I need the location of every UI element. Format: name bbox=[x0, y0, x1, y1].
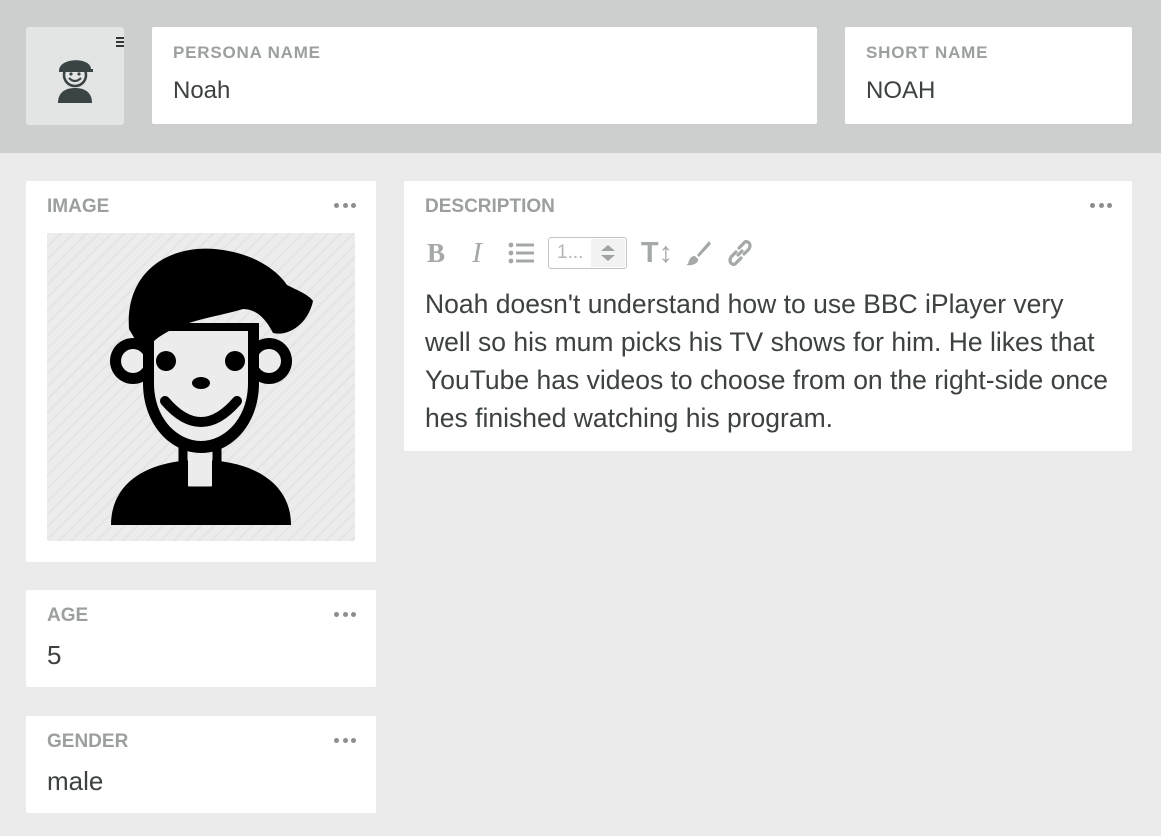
bullet-list-button[interactable] bbox=[507, 236, 535, 270]
rich-text-toolbar: B I 1... T↕ bbox=[425, 236, 765, 270]
bold-button[interactable]: B bbox=[425, 236, 447, 270]
italic-button[interactable]: I bbox=[467, 236, 487, 270]
persona-name-label: PERSONA NAME bbox=[173, 43, 321, 62]
persona-name-field[interactable]: PERSONA NAME Noah bbox=[152, 27, 817, 124]
age-card-menu-icon[interactable] bbox=[334, 610, 356, 618]
age-card: AGE 5 bbox=[26, 590, 376, 687]
persona-image[interactable] bbox=[47, 233, 355, 541]
age-card-label: AGE bbox=[47, 605, 89, 626]
boy-cap-icon bbox=[58, 60, 93, 103]
image-card: IMAGE bbox=[26, 181, 376, 562]
select-arrows-icon bbox=[591, 239, 625, 267]
text-size-button[interactable]: T↕ bbox=[640, 236, 674, 270]
description-card-menu-icon[interactable] bbox=[1090, 201, 1112, 209]
gender-card-menu-icon[interactable] bbox=[334, 736, 356, 744]
bullet-list-icon bbox=[508, 242, 534, 264]
description-card-label: DESCRIPTION bbox=[425, 196, 555, 217]
boy-avatar-icon bbox=[110, 248, 313, 525]
gender-card-label: GENDER bbox=[47, 731, 129, 752]
age-value[interactable]: 5 bbox=[47, 640, 61, 671]
hamburger-mini-icon[interactable] bbox=[116, 37, 124, 49]
short-name-field[interactable]: SHORT NAME NOAH bbox=[845, 27, 1132, 124]
link-icon bbox=[728, 240, 752, 266]
persona-avatar-button[interactable] bbox=[26, 27, 124, 125]
persona-name-value[interactable]: Noah bbox=[173, 77, 230, 105]
paint-brush-button[interactable] bbox=[684, 236, 712, 270]
paint-brush-icon bbox=[686, 241, 711, 266]
heading-select-value: 1... bbox=[557, 242, 584, 263]
image-card-label: IMAGE bbox=[47, 196, 110, 217]
short-name-value[interactable]: NOAH bbox=[866, 77, 935, 105]
link-button[interactable] bbox=[725, 236, 755, 270]
image-card-menu-icon[interactable] bbox=[334, 201, 356, 209]
description-card: DESCRIPTION B I 1... T↕ Noah doesn't und… bbox=[404, 181, 1132, 451]
short-name-label: SHORT NAME bbox=[866, 43, 989, 62]
description-text[interactable]: Noah doesn't understand how to use BBC i… bbox=[425, 285, 1115, 437]
gender-card: GENDER male bbox=[26, 716, 376, 813]
heading-select[interactable]: 1... bbox=[548, 237, 627, 269]
persona-header: PERSONA NAME Noah SHORT NAME NOAH bbox=[0, 0, 1161, 153]
gender-value[interactable]: male bbox=[47, 766, 103, 797]
